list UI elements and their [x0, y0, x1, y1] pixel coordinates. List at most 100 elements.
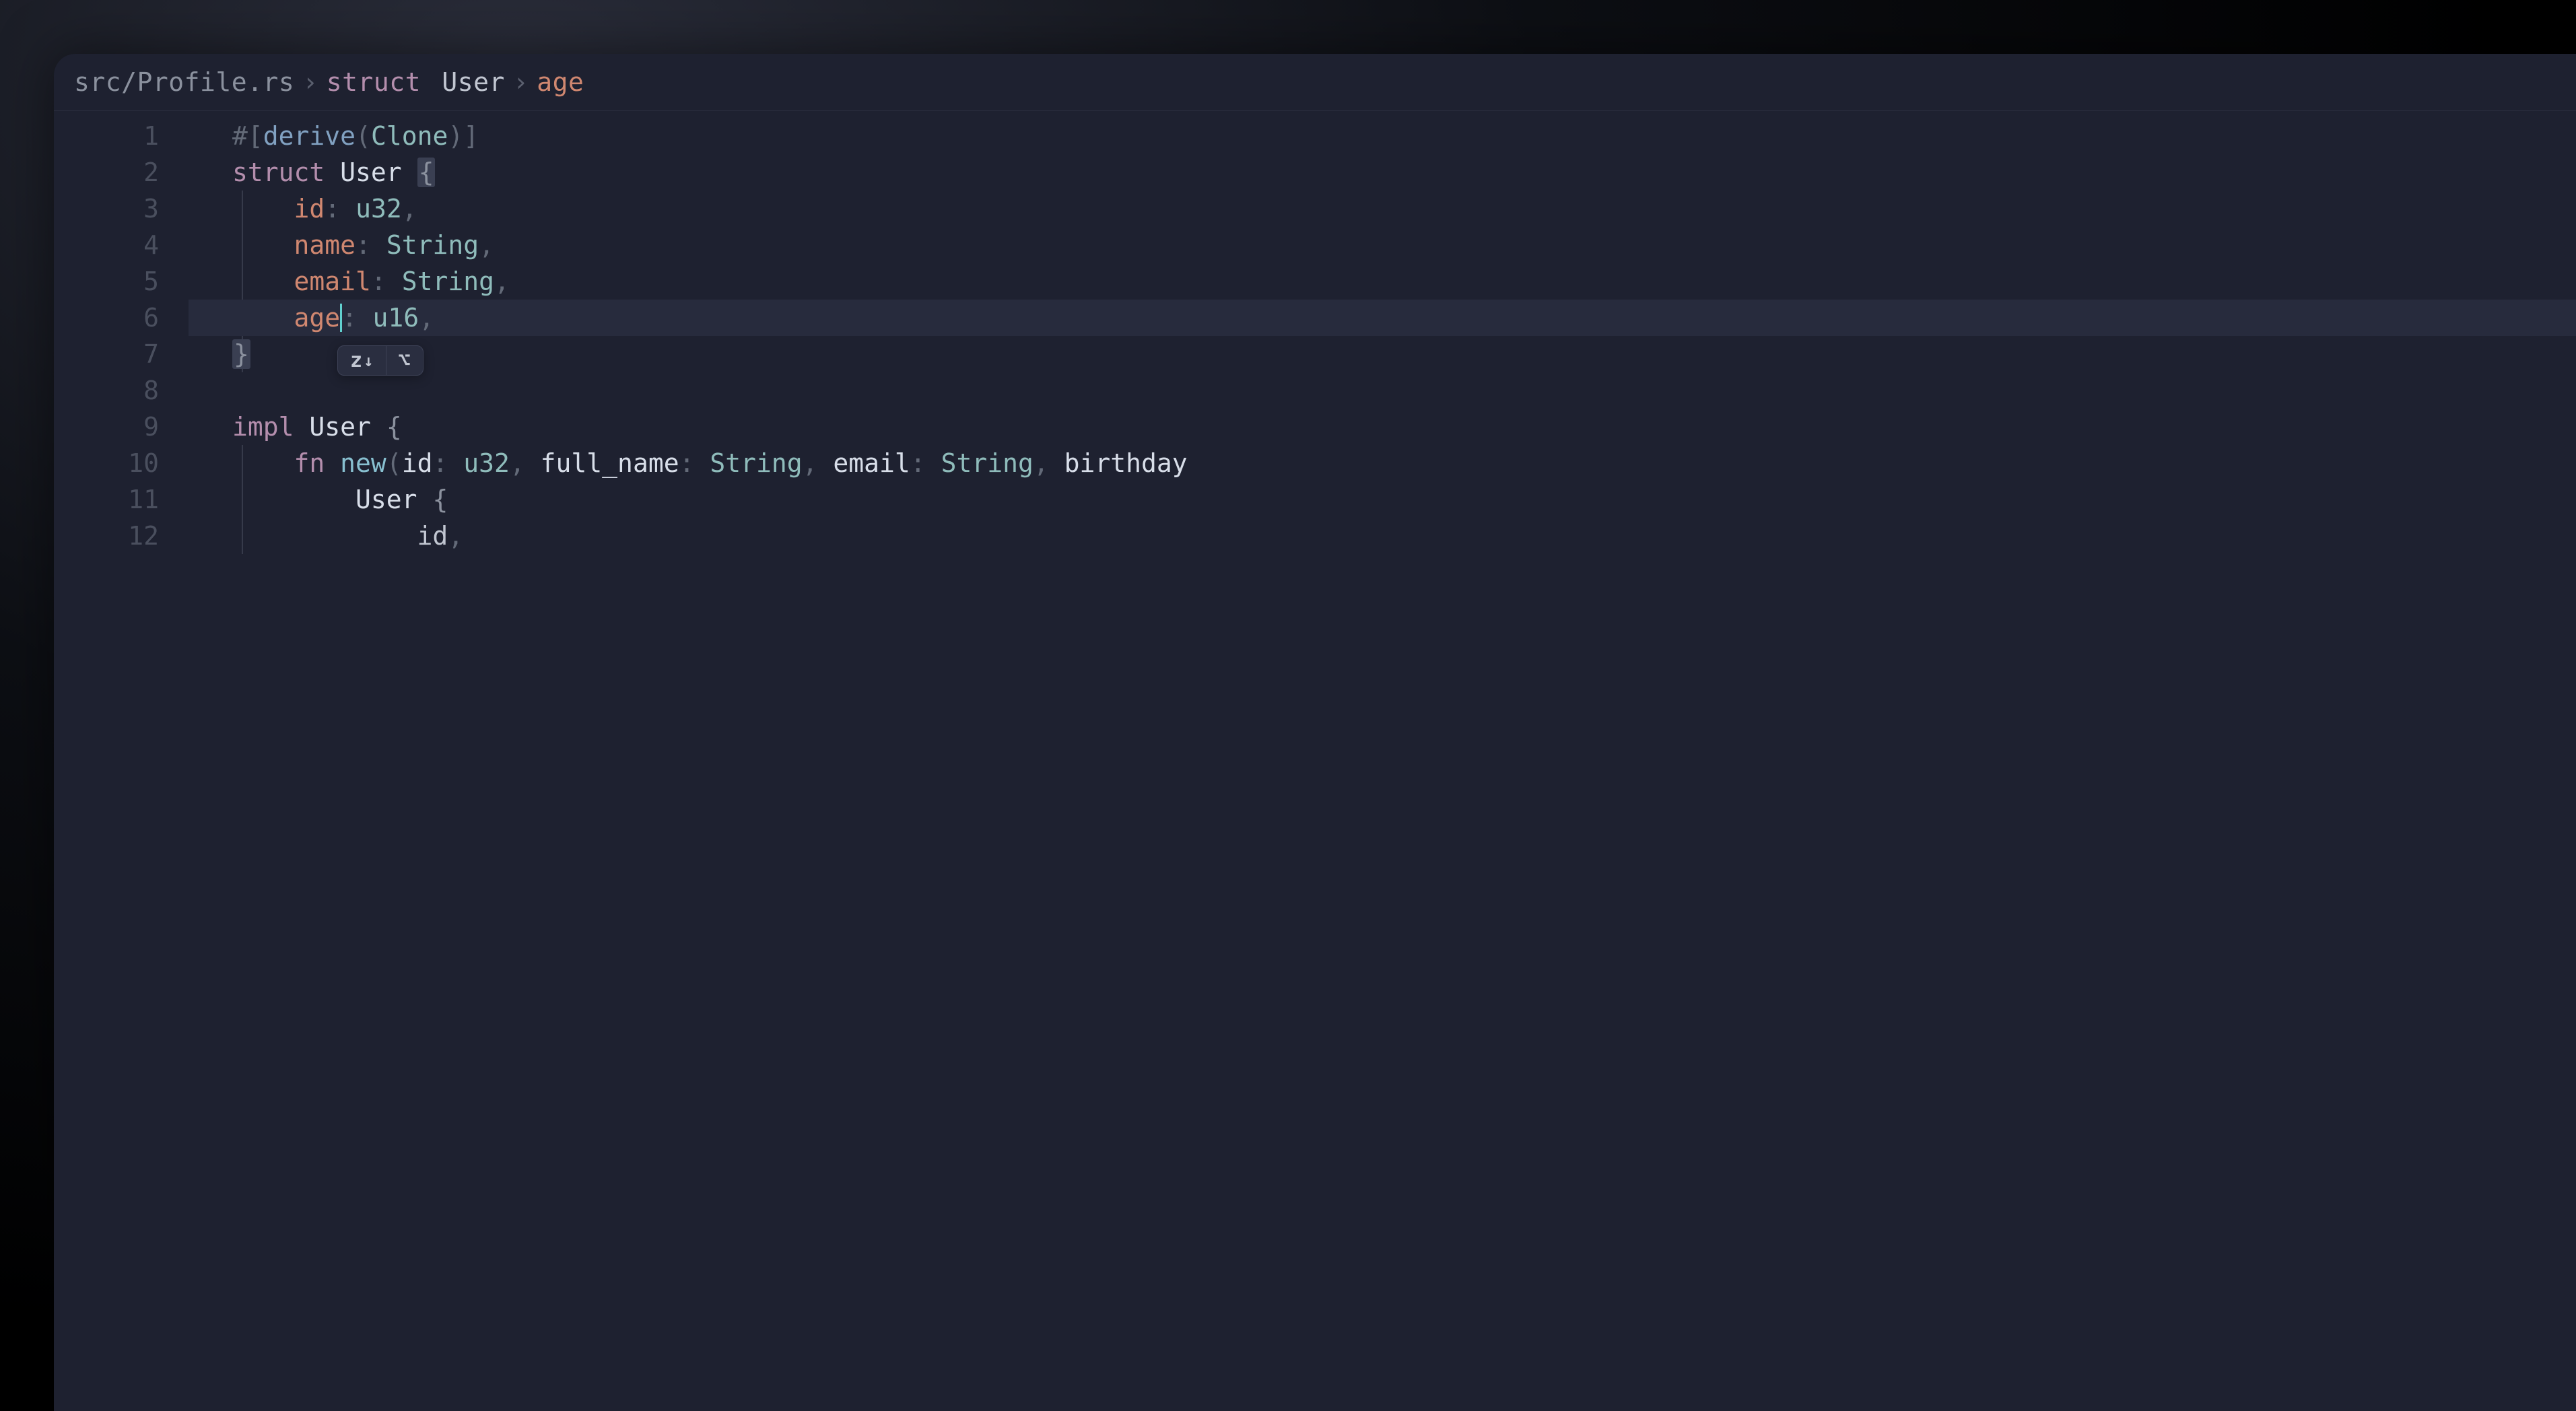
code-line[interactable]: fn new(id: u32, full_name: String, email… [189, 445, 2576, 481]
code-token [694, 448, 710, 478]
line-number: 6 [54, 300, 159, 336]
code-token: String [941, 448, 1033, 478]
code-token: age [294, 303, 341, 333]
code-token [1049, 448, 1064, 478]
code-line[interactable]: id, [189, 518, 2576, 554]
breadcrumb-field[interactable]: age [537, 67, 584, 97]
code-token: email [294, 267, 371, 296]
code-token: id [294, 194, 325, 223]
code-area[interactable]: 123456789101112 z↓ ⌥ #[derive(Clone)]str… [54, 111, 2576, 554]
code-token: : [679, 448, 695, 478]
code-token: email [833, 448, 910, 478]
code-token: String [402, 267, 494, 296]
code-token: impl [232, 412, 294, 442]
code-token [818, 448, 834, 478]
code-token: , [419, 303, 434, 333]
breadcrumb-type[interactable]: User [442, 67, 505, 97]
code-token: String [710, 448, 802, 478]
code-token: name [294, 230, 356, 260]
code-token: : [371, 267, 386, 296]
code-token: #[ [232, 121, 263, 151]
code-line[interactable]: id: u32, [189, 191, 2576, 227]
code-line[interactable]: email: String, [189, 263, 2576, 300]
line-number: 8 [54, 372, 159, 409]
code-token [926, 448, 941, 478]
line-number: 4 [54, 227, 159, 263]
line-number: 5 [54, 263, 159, 300]
code-token [358, 303, 373, 333]
code-line[interactable]: User { [189, 481, 2576, 518]
code-token: : [910, 448, 926, 478]
breadcrumb[interactable]: src/Profile.rs › struct User › age [54, 54, 2576, 111]
code-line[interactable]: } [189, 336, 2576, 372]
code-token: ) [448, 121, 463, 151]
code-token: , [479, 230, 494, 260]
code-line[interactable]: impl User { [189, 409, 2576, 445]
code-token: { [386, 412, 402, 442]
code-token: : [342, 303, 358, 333]
code-token [294, 412, 310, 442]
code-content[interactable]: z↓ ⌥ #[derive(Clone)]struct User { id: u… [189, 118, 2576, 554]
code-token: , [1033, 448, 1049, 478]
code-line[interactable]: name: String, [189, 227, 2576, 263]
line-number: 11 [54, 481, 159, 518]
gutter: 123456789101112 [54, 118, 189, 554]
code-token: full_name [541, 448, 679, 478]
code-line[interactable]: struct User { [189, 154, 2576, 191]
code-token: ] [463, 121, 479, 151]
line-number: 2 [54, 154, 159, 191]
code-token: u32 [355, 194, 402, 223]
line-number: 10 [54, 445, 159, 481]
code-token [417, 485, 433, 514]
chevron-right-icon: › [513, 67, 529, 97]
code-token: , [510, 448, 525, 478]
code-token: , [402, 194, 417, 223]
code-token: derive [263, 121, 355, 151]
code-token [371, 412, 386, 442]
code-token: : [325, 194, 340, 223]
code-token [402, 158, 417, 187]
code-token [525, 448, 541, 478]
code-token [371, 230, 386, 260]
code-token: id [417, 521, 448, 551]
line-number: 9 [54, 409, 159, 445]
code-token: fn [294, 448, 325, 478]
editor-window: src/Profile.rs › struct User › age 12345… [54, 54, 2576, 1411]
code-token: struct [232, 158, 325, 187]
code-token: User [309, 412, 371, 442]
code-token: { [432, 485, 448, 514]
code-token [448, 448, 463, 478]
code-token: : [432, 448, 448, 478]
code-token: Clone [371, 121, 448, 151]
code-line[interactable] [189, 372, 2576, 409]
code-token: : [355, 230, 371, 260]
code-token [340, 194, 355, 223]
code-line[interactable]: #[derive(Clone)] [189, 118, 2576, 154]
code-token: User [355, 485, 417, 514]
code-token [325, 448, 340, 478]
code-token: ( [355, 121, 371, 151]
line-number: 7 [54, 336, 159, 372]
code-token: id [402, 448, 433, 478]
code-token: String [386, 230, 479, 260]
code-token: birthday [1064, 448, 1188, 478]
code-token: } [232, 339, 250, 369]
code-token: u16 [372, 303, 419, 333]
line-number: 12 [54, 518, 159, 554]
code-token [386, 267, 402, 296]
code-token: , [803, 448, 818, 478]
breadcrumb-file[interactable]: src/Profile.rs [74, 67, 294, 97]
code-token: ( [386, 448, 402, 478]
code-token: , [448, 521, 463, 551]
code-token: , [494, 267, 510, 296]
code-token: { [417, 158, 436, 187]
chevron-right-icon: › [302, 67, 318, 97]
code-token: u32 [463, 448, 510, 478]
line-number: 1 [54, 118, 159, 154]
breadcrumb-keyword[interactable]: struct [327, 67, 421, 97]
line-number: 3 [54, 191, 159, 227]
code-token: User [340, 158, 402, 187]
code-line[interactable]: age: u16, [189, 300, 2576, 336]
code-token [325, 158, 340, 187]
code-token: new [340, 448, 386, 478]
